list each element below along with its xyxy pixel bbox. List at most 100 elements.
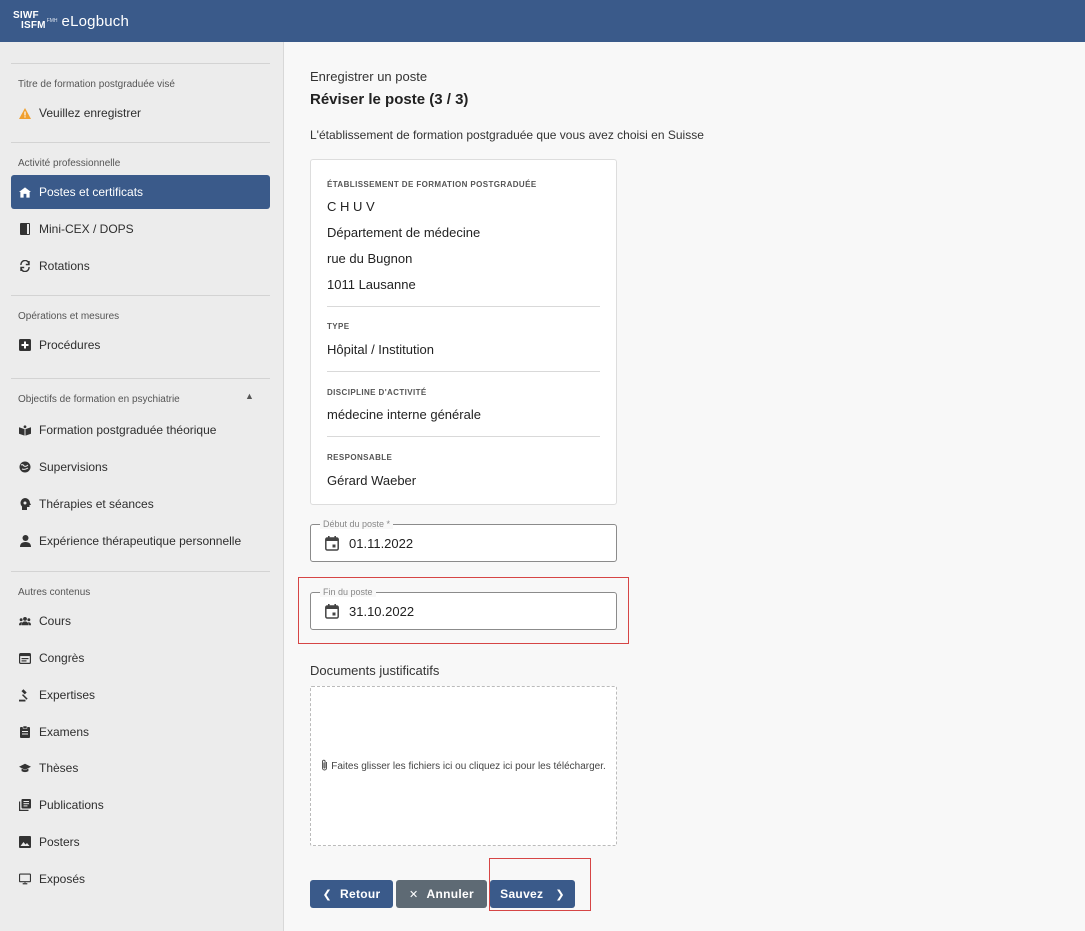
sidebar-item-label: Supervisions — [39, 460, 108, 474]
card-divider — [327, 436, 600, 437]
graduation-cap-icon — [19, 762, 31, 774]
sidebar-item-therapies[interactable]: Thérapies et séances — [11, 487, 270, 521]
end-date-value: 31.10.2022 — [349, 604, 415, 619]
sidebar-item-label: Congrès — [39, 651, 85, 665]
save-button-label: Sauvez — [500, 887, 544, 901]
responsible-label: Responsable — [327, 453, 393, 462]
sidebar-item-label: Thérapies et séances — [39, 497, 154, 511]
head-icon — [19, 498, 31, 510]
sidebar-item-label: Expérience thérapeutique personnelle — [39, 534, 242, 548]
sidebar-item-procedures[interactable]: Procédures — [11, 328, 270, 362]
logo-line2: ISFM — [21, 20, 46, 31]
intro-text: L'établissement de formation postgraduée… — [310, 128, 704, 142]
sidebar-item-label: Publications — [39, 798, 104, 812]
sidebar-item-label: Thèses — [39, 761, 79, 775]
sidebar-item-expertises[interactable]: Expertises — [11, 678, 270, 712]
establishment-city: 1011 Lausanne — [327, 277, 416, 292]
home-icon — [19, 186, 31, 198]
establishment-name: C H U V — [327, 199, 375, 214]
sidebar-item-cours[interactable]: Cours — [11, 604, 270, 638]
top-bar: SIWF ISFM FMH eLogbuch — [0, 0, 1085, 42]
end-date-field[interactable]: Fin du poste 31.10.2022 — [310, 587, 617, 630]
back-button-label: Retour — [340, 887, 381, 901]
calendar-icon[interactable] — [325, 604, 339, 622]
sidebar-item-minicex[interactable]: Mini-CEX / DOPS — [11, 212, 270, 246]
section-title-target: Titre de formation postgraduée visé — [18, 79, 175, 90]
sidebar-item-exposes[interactable]: Exposés — [11, 862, 270, 896]
chevron-right-icon: ❯ — [555, 888, 565, 901]
person-icon — [19, 535, 31, 547]
sidebar-item-label: Mini-CEX / DOPS — [39, 222, 134, 236]
establishment-label: Établissement de formation postgraduée — [327, 180, 537, 189]
sidebar-item-theory[interactable]: Formation postgraduée théorique — [11, 413, 270, 447]
monitor-icon — [19, 873, 31, 885]
sidebar-item-label: Examens — [39, 725, 90, 739]
chevron-up-icon[interactable]: ▲ — [245, 391, 254, 401]
sidebar-item-posters[interactable]: Posters — [11, 825, 270, 859]
main-content: Enregistrer un poste Réviser le poste (3… — [285, 42, 1085, 931]
sidebar-divider — [11, 378, 270, 379]
establishment-card: Établissement de formation postgraduée C… — [310, 159, 617, 505]
back-button[interactable]: ❮ Retour — [310, 880, 393, 908]
page-subtitle: Enregistrer un poste — [310, 69, 428, 84]
sidebar-warning-item[interactable]: Veuillez enregistrer — [11, 96, 270, 130]
sidebar-item-experience[interactable]: Expérience thérapeutique personnelle — [11, 524, 270, 558]
group-icon — [19, 615, 31, 627]
sidebar-item-rotations[interactable]: Rotations — [11, 249, 270, 283]
sidebar: Titre de formation postgraduée visé Veui… — [0, 42, 284, 931]
section-other: Autres contenus — [18, 587, 91, 598]
sidebar-item-theses[interactable]: Thèses — [11, 751, 270, 785]
file-dropzone[interactable]: Faites glisser les fichiers ici ou cliqu… — [310, 686, 617, 846]
cancel-button[interactable]: ✕ Annuler — [396, 880, 487, 908]
library-books-icon — [19, 799, 31, 811]
end-date-label: Fin du poste — [320, 587, 376, 597]
type-value: Hôpital / Institution — [327, 342, 434, 357]
card-divider — [327, 371, 600, 372]
sidebar-divider — [11, 142, 270, 143]
start-date-value: 01.11.2022 — [349, 536, 414, 551]
sidebar-divider — [11, 295, 270, 296]
medical-plus-icon — [19, 339, 31, 351]
sidebar-item-label: Exposés — [39, 872, 86, 886]
page-title: Réviser le poste (3 / 3) — [310, 91, 469, 108]
calendar-icon[interactable] — [325, 536, 339, 554]
sidebar-item-congres[interactable]: Congrès — [11, 641, 270, 675]
sidebar-item-publications[interactable]: Publications — [11, 788, 270, 822]
book-open-icon — [19, 424, 31, 436]
establishment-department: Département de médecine — [327, 225, 481, 240]
start-date-field[interactable]: Début du poste * 01.11.2022 — [310, 519, 617, 562]
paperclip-icon — [321, 759, 328, 774]
sidebar-item-label: Expertises — [39, 688, 96, 702]
app-title: eLogbuch — [61, 12, 130, 30]
sidebar-item-supervisions[interactable]: Supervisions — [11, 450, 270, 484]
section-activity: Activité professionnelle — [18, 158, 121, 169]
logo-text: SIWF ISFM — [13, 11, 46, 31]
sidebar-item-examens[interactable]: Examens — [11, 715, 270, 749]
save-button[interactable]: Sauvez ❯ — [490, 880, 575, 908]
siwf-logo[interactable]: SIWF ISFM FMH eLogbuch — [13, 11, 129, 31]
sidebar-divider — [11, 571, 270, 572]
card-divider — [327, 306, 600, 307]
section-objectives: Objectifs de formation en psychiatrie — [18, 394, 180, 405]
image-icon — [19, 836, 31, 848]
establishment-street: rue du Bugnon — [327, 251, 413, 266]
rotate-icon — [19, 260, 31, 272]
sidebar-item-label: Formation postgraduée théorique — [39, 423, 217, 437]
section-operations: Opérations et mesures — [18, 311, 120, 322]
responsible-value: Gérard Waeber — [327, 473, 417, 488]
sidebar-item-label: Procédures — [39, 338, 101, 352]
logo-fmh: FMH — [46, 18, 58, 24]
dropzone-text: Faites glisser les fichiers ici ou cliqu… — [331, 760, 606, 772]
book-icon — [19, 223, 31, 235]
discipline-value: médecine interne générale — [327, 407, 481, 422]
sidebar-item-label: Postes et certificats — [39, 185, 144, 199]
gavel-icon — [19, 688, 31, 701]
discipline-label: Discipline d'activité — [327, 388, 427, 397]
cancel-button-label: Annuler — [426, 887, 474, 901]
chevron-left-icon: ❮ — [322, 888, 333, 901]
documents-label: Documents justificatifs — [310, 663, 440, 678]
globe-icon — [19, 461, 31, 473]
sidebar-item-postes[interactable]: Postes et certificats — [11, 175, 270, 209]
sidebar-item-label: Posters — [39, 835, 80, 849]
clipboard-icon — [19, 726, 31, 738]
